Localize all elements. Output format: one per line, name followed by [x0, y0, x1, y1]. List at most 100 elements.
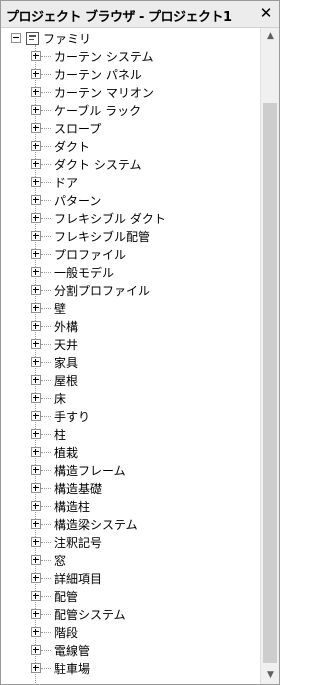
tree-item[interactable]: 植栽 — [1, 443, 259, 461]
tree-item-label: 注釈記号 — [54, 536, 103, 550]
expand-icon[interactable] — [31, 141, 41, 151]
expand-icon[interactable] — [31, 501, 41, 511]
expand-icon[interactable] — [31, 573, 41, 583]
tree-connector — [41, 614, 51, 615]
tree-connector — [41, 182, 51, 183]
scroll-up-icon[interactable]: ▲ — [261, 28, 279, 45]
title-bar: プロジェクト ブラウザ - プロジェクト1 ✕ — [1, 1, 279, 28]
expand-icon[interactable] — [31, 105, 41, 115]
expand-icon[interactable] — [31, 213, 41, 223]
expand-icon[interactable] — [31, 177, 41, 187]
tree-item[interactable]: 外構 — [1, 317, 259, 335]
expand-icon[interactable] — [31, 627, 41, 637]
tree-connector — [41, 380, 51, 381]
tree-item[interactable]: カーテン パネル — [1, 65, 259, 83]
expand-icon[interactable] — [31, 195, 41, 205]
family-tree: ファミリ カーテン システムカーテン パネル カーテン マリオン ケーブル ラックス… — [1, 28, 259, 683]
tree-item[interactable]: 電線管 — [1, 641, 259, 659]
expand-icon[interactable] — [31, 591, 41, 601]
tree-item[interactable]: 壁 — [1, 299, 259, 317]
expand-icon[interactable] — [31, 537, 41, 547]
tree-item[interactable]: 構造梁システム — [1, 515, 259, 533]
tree-item[interactable]: カーテン システム — [1, 47, 259, 65]
tree-item[interactable]: ダクト — [1, 137, 259, 155]
tree-item-label: 手すり — [54, 410, 91, 424]
tree-item[interactable]: 窓 — [1, 551, 259, 569]
tree-item[interactable]: 構造フレーム — [1, 461, 259, 479]
tree-item-label: 窓 — [54, 554, 67, 568]
tree-item[interactable]: 構造柱 — [1, 497, 259, 515]
tree-connector — [41, 452, 51, 453]
expand-icon[interactable] — [31, 159, 41, 169]
scroll-down-icon[interactable]: ▼ — [261, 667, 279, 684]
tree-item-label: フレキシブル ダクト — [54, 212, 166, 226]
expand-icon[interactable] — [31, 123, 41, 133]
expand-icon[interactable] — [31, 357, 41, 367]
tree-item[interactable]: 天井 — [1, 335, 259, 353]
tree-item[interactable]: ダクト システム — [1, 155, 259, 173]
tree-connector — [41, 362, 51, 363]
tree-item[interactable]: ケーブル ラック — [1, 101, 259, 119]
scroll-thumb[interactable] — [263, 103, 277, 663]
tree-item[interactable]: 詳細項目 — [1, 569, 259, 587]
tree-item[interactable]: 構造基礎 — [1, 479, 259, 497]
tree-item-label: フレキシブル配管 — [54, 230, 151, 244]
tree-root-families[interactable]: ファミリ — [1, 29, 259, 47]
expand-icon[interactable] — [31, 87, 41, 97]
expand-icon[interactable] — [31, 411, 41, 421]
expand-icon[interactable] — [31, 249, 41, 259]
tree-item[interactable]: カーテン マリオン — [1, 83, 259, 101]
tree-connector — [41, 218, 51, 219]
tree-item[interactable]: スロープ — [1, 119, 259, 137]
tree-item-label: ダクト システム — [54, 158, 142, 172]
tree-item[interactable]: 配管 — [1, 587, 259, 605]
tree-item[interactable]: 床 — [1, 389, 259, 407]
expand-icon[interactable] — [31, 267, 41, 277]
expand-icon[interactable] — [31, 555, 41, 565]
tree-item[interactable]: 屋根 — [1, 371, 259, 389]
tree-item-label: 駐車場 — [54, 662, 91, 676]
tree-item-label: 構造柱 — [54, 500, 91, 514]
tree-item[interactable]: 注釈記号 — [1, 533, 259, 551]
tree-item[interactable]: 一般モデル — [1, 263, 259, 281]
expand-icon[interactable] — [31, 285, 41, 295]
expand-icon[interactable] — [31, 393, 41, 403]
vertical-scrollbar[interactable]: ▲ ▼ — [260, 28, 279, 684]
tree-item-label: 外構 — [54, 320, 79, 334]
expand-icon[interactable] — [31, 231, 41, 241]
tree-item[interactable]: 柱 — [1, 425, 259, 443]
expand-icon[interactable] — [31, 447, 41, 457]
tree-item[interactable]: 階段 — [1, 623, 259, 641]
tree-item-label: 床 — [54, 392, 67, 406]
expand-icon[interactable] — [31, 483, 41, 493]
tree-connector — [41, 254, 51, 255]
expand-icon[interactable] — [31, 663, 41, 673]
tree-item[interactable]: 分割プロファイル — [1, 281, 259, 299]
tree-item[interactable]: 家具 — [1, 353, 259, 371]
expand-icon[interactable] — [31, 519, 41, 529]
tree-item[interactable]: フレキシブル ダクト — [1, 209, 259, 227]
collapse-icon[interactable] — [11, 33, 21, 43]
expand-icon[interactable] — [31, 339, 41, 349]
expand-icon[interactable] — [31, 645, 41, 655]
tree-item[interactable]: 駐車場 — [1, 659, 259, 677]
tree-item[interactable]: 手すり — [1, 407, 259, 425]
expand-icon[interactable] — [31, 429, 41, 439]
tree-item-label: 詳細項目 — [54, 572, 103, 586]
tree-item-label: 植栽 — [54, 446, 79, 460]
expand-icon[interactable] — [31, 321, 41, 331]
expand-icon[interactable] — [31, 69, 41, 79]
expand-icon[interactable] — [31, 375, 41, 385]
expand-icon[interactable] — [31, 609, 41, 619]
tree-item-label: カーテン パネル — [54, 68, 142, 82]
tree-connector — [41, 236, 51, 237]
close-button[interactable]: ✕ — [257, 4, 275, 22]
tree-item[interactable]: ドア — [1, 173, 259, 191]
expand-icon[interactable] — [31, 465, 41, 475]
expand-icon[interactable] — [31, 303, 41, 313]
tree-item[interactable]: フレキシブル配管 — [1, 227, 259, 245]
expand-icon[interactable] — [31, 51, 41, 61]
tree-item[interactable]: プロファイル — [1, 245, 259, 263]
tree-item[interactable]: 配管システム — [1, 605, 259, 623]
tree-item[interactable]: パターン — [1, 191, 259, 209]
